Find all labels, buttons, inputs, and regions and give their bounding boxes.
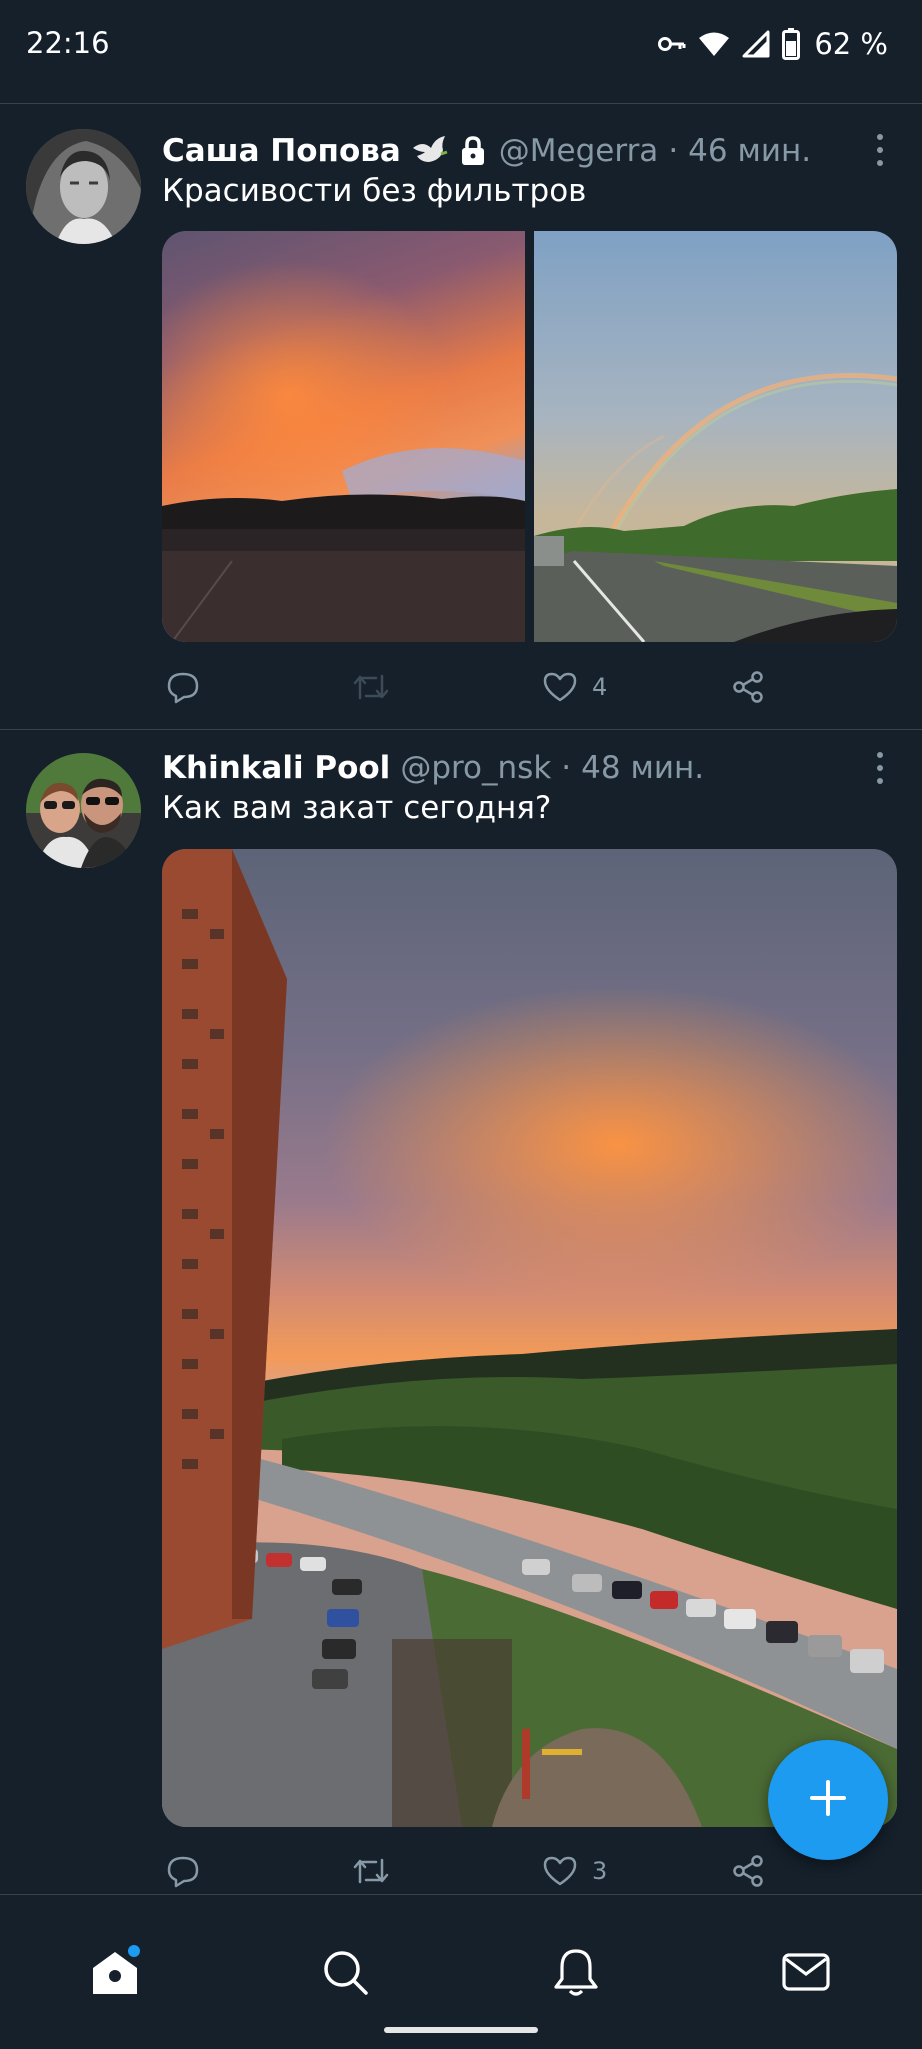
avatar[interactable] bbox=[26, 129, 141, 244]
nav-messages[interactable] bbox=[779, 1947, 833, 2001]
separator: · bbox=[668, 133, 679, 169]
separator: · bbox=[561, 750, 572, 786]
handle[interactable]: @pro_nsk bbox=[400, 750, 551, 786]
new-content-dot bbox=[128, 1945, 140, 1957]
bottom-nav bbox=[0, 1894, 922, 2049]
battery-level: 62 % bbox=[814, 27, 888, 61]
home-indicator[interactable] bbox=[384, 2027, 538, 2033]
rainbow-photo[interactable] bbox=[534, 231, 897, 642]
like-count: 4 bbox=[592, 673, 608, 701]
divider bbox=[0, 103, 922, 104]
dove-icon bbox=[411, 134, 449, 168]
share-icon bbox=[730, 670, 766, 704]
more-options-button[interactable] bbox=[872, 748, 888, 788]
timestamp[interactable]: 46 мин. bbox=[688, 133, 811, 169]
retweet-button[interactable] bbox=[352, 665, 404, 709]
retweet-icon bbox=[352, 1856, 390, 1886]
messages-icon bbox=[782, 1952, 830, 1996]
retweet-icon bbox=[352, 672, 390, 702]
retweet-button[interactable] bbox=[352, 1849, 404, 1893]
reply-icon bbox=[166, 1854, 200, 1888]
vpn-key-icon bbox=[658, 34, 686, 54]
divider bbox=[0, 729, 922, 730]
like-count: 3 bbox=[592, 1857, 608, 1885]
status-bar: 22:16 62 % bbox=[0, 0, 922, 90]
status-time: 22:16 bbox=[26, 26, 110, 60]
heart-icon bbox=[542, 1855, 578, 1887]
tweet-header: Саша Попова @Megerra · 46 мин. bbox=[162, 129, 811, 173]
avatar[interactable] bbox=[26, 753, 141, 868]
reply-button[interactable] bbox=[166, 1849, 214, 1893]
tweet-header: Khinkali Pool @pro_nsk · 48 мин. bbox=[162, 746, 704, 790]
wifi-icon bbox=[698, 31, 730, 57]
nav-home[interactable] bbox=[88, 1945, 142, 2001]
lock-icon bbox=[459, 135, 487, 167]
tweet-text: Как вам закат сегодня? bbox=[162, 790, 552, 826]
tweet-actions: 4 bbox=[162, 665, 897, 709]
sunset-over-building-photo[interactable] bbox=[162, 849, 897, 1827]
status-icons: 62 % bbox=[658, 24, 888, 64]
tweet-media[interactable] bbox=[162, 849, 897, 1827]
share-button[interactable] bbox=[730, 665, 766, 709]
display-name[interactable]: Khinkali Pool bbox=[162, 750, 390, 786]
reply-icon bbox=[166, 670, 200, 704]
share-icon bbox=[730, 1854, 766, 1888]
like-button[interactable]: 3 bbox=[542, 1849, 607, 1893]
plus-icon bbox=[808, 1778, 848, 1822]
tweet-text: Красивости без фильтров bbox=[162, 173, 587, 209]
search-icon bbox=[321, 1948, 369, 2000]
timestamp[interactable]: 48 мин. bbox=[581, 750, 704, 786]
display-name[interactable]: Саша Попова bbox=[162, 133, 401, 169]
share-button[interactable] bbox=[730, 1849, 766, 1893]
handle[interactable]: @Megerra bbox=[499, 133, 659, 169]
tweet-media[interactable] bbox=[162, 231, 897, 642]
like-button[interactable]: 4 bbox=[542, 665, 607, 709]
nav-notifications[interactable] bbox=[549, 1947, 603, 2001]
notifications-icon bbox=[553, 1947, 599, 2001]
more-options-button[interactable] bbox=[872, 130, 888, 170]
signal-icon bbox=[742, 30, 770, 58]
reply-button[interactable] bbox=[166, 665, 214, 709]
sunset-photo[interactable] bbox=[162, 231, 525, 642]
compose-tweet-button[interactable] bbox=[768, 1740, 888, 1860]
nav-search[interactable] bbox=[318, 1947, 372, 2001]
heart-icon bbox=[542, 671, 578, 703]
tweet-actions: 3 bbox=[162, 1849, 897, 1893]
battery-icon bbox=[782, 28, 801, 60]
